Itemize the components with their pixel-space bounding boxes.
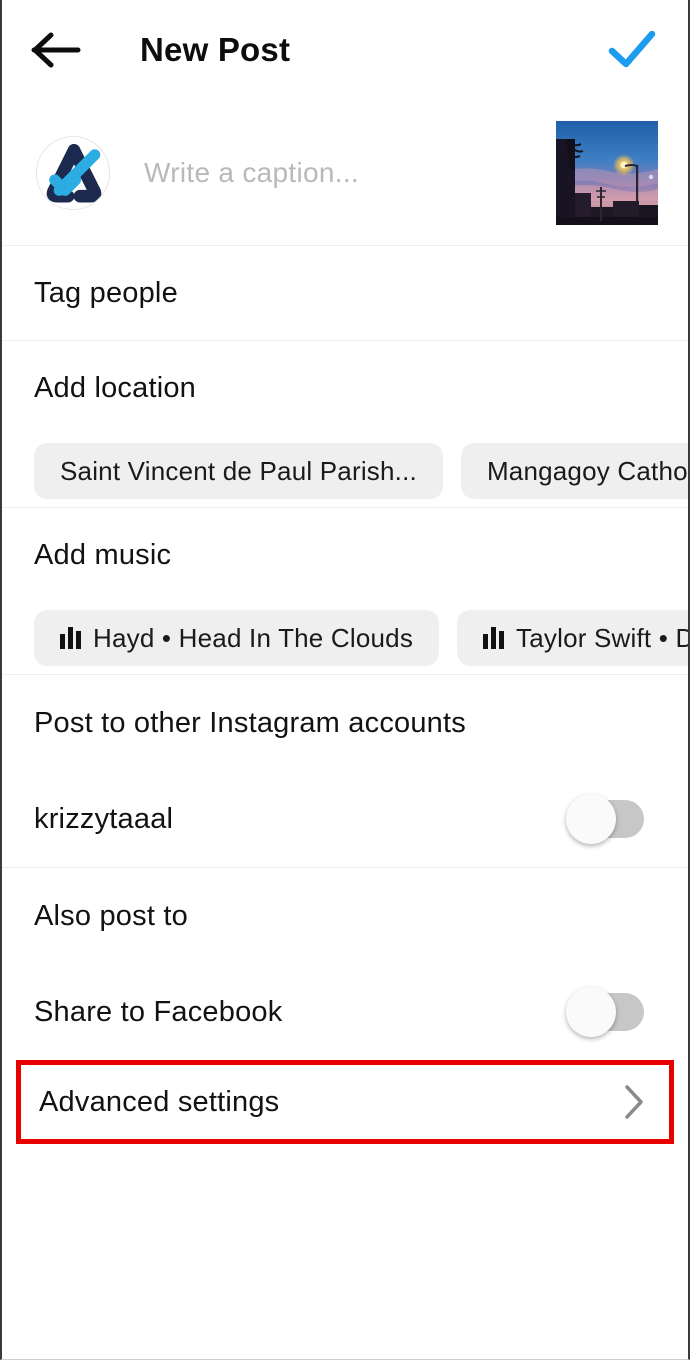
share-to-facebook-toggle[interactable] xyxy=(566,987,644,1037)
other-account-toggle[interactable] xyxy=(566,794,644,844)
location-chip-label: Mangagoy Catholic Church xyxy=(486,455,688,486)
page-title: New Post xyxy=(140,31,291,68)
add-location-row[interactable]: Add location xyxy=(2,341,688,435)
other-accounts-title: Post to other Instagram accounts xyxy=(34,706,466,739)
add-music-row[interactable]: Add music xyxy=(2,508,688,602)
app-header: New Post xyxy=(2,0,688,100)
music-chip[interactable]: Hayd • Head In The Clouds xyxy=(34,610,440,666)
caption-row[interactable]: Write a caption... xyxy=(2,100,688,246)
add-music-label: Add music xyxy=(34,538,172,571)
music-suggestions[interactable]: Hayd • Head In The Clouds Taylor Swift •… xyxy=(2,602,688,674)
other-account-row[interactable]: krizzytaaal xyxy=(2,771,688,867)
location-suggestions[interactable]: Saint Vincent de Paul Parish... Mangagoy… xyxy=(2,435,688,507)
post-thumbnail[interactable] xyxy=(556,120,658,225)
other-account-name: krizzytaaal xyxy=(34,802,174,835)
music-chip-label: Hayd • Head In The Clouds xyxy=(93,622,414,653)
chevron-right-icon xyxy=(621,1082,647,1122)
tag-people-row[interactable]: Tag people xyxy=(2,246,688,340)
also-post-to-title: Also post to xyxy=(34,899,188,932)
new-post-screen: New Post Write a caption... Tag people A… xyxy=(0,0,690,1360)
music-chip[interactable]: Taylor Swift • Daylight xyxy=(457,610,688,666)
thumbnail-image xyxy=(556,120,658,225)
also-post-to-header: Also post to xyxy=(2,868,688,964)
advanced-settings-row[interactable]: Advanced settings xyxy=(16,1060,674,1144)
empty-area xyxy=(2,1144,688,1324)
advanced-settings-highlight: Advanced settings xyxy=(2,1060,688,1144)
avatar[interactable] xyxy=(36,135,110,210)
check-icon xyxy=(608,30,656,68)
toggle-knob xyxy=(566,794,616,844)
add-location-label: Add location xyxy=(34,371,197,404)
toggle-knob xyxy=(566,987,616,1037)
advanced-settings-label: Advanced settings xyxy=(39,1085,280,1118)
location-chip[interactable]: Saint Vincent de Paul Parish... xyxy=(34,443,443,499)
location-chip[interactable]: Mangagoy Catholic Church xyxy=(460,443,688,499)
share-confirm-button[interactable] xyxy=(602,20,662,80)
location-chip-label: Saint Vincent de Paul Parish... xyxy=(60,455,417,486)
arrow-left-icon xyxy=(31,32,81,68)
tag-people-label: Tag people xyxy=(34,276,178,309)
share-to-facebook-row[interactable]: Share to Facebook xyxy=(2,964,688,1060)
music-bars-icon xyxy=(60,627,81,649)
share-to-facebook-label: Share to Facebook xyxy=(34,995,283,1028)
avatar-logo-icon xyxy=(46,143,102,202)
back-button[interactable] xyxy=(30,21,88,79)
music-bars-icon xyxy=(483,627,505,649)
music-chip-label: Taylor Swift • Daylight xyxy=(516,622,688,653)
caption-input[interactable]: Write a caption... xyxy=(144,157,536,189)
other-accounts-header: Post to other Instagram accounts xyxy=(2,675,688,771)
